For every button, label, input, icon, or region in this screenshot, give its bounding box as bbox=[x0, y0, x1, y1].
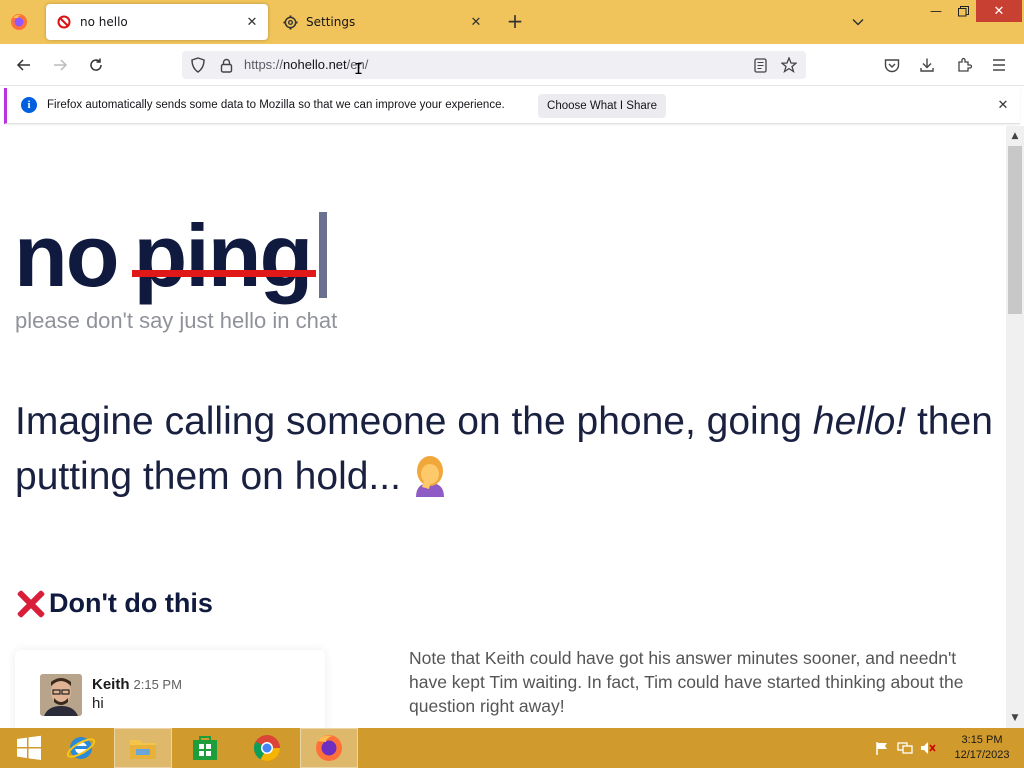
strikethrough-line bbox=[131, 270, 316, 277]
network-icon[interactable] bbox=[897, 740, 913, 756]
extensions-icon[interactable] bbox=[951, 53, 977, 77]
internet-explorer-icon[interactable] bbox=[52, 728, 110, 768]
restore-button[interactable] bbox=[950, 0, 976, 22]
back-arrow-icon[interactable] bbox=[11, 53, 37, 77]
clock-date: 12/17/2023 bbox=[954, 749, 1010, 761]
tab-settings[interactable]: Settings ✕ bbox=[272, 4, 492, 40]
lock-icon[interactable] bbox=[218, 57, 234, 73]
firefox-menu-icon[interactable] bbox=[8, 11, 30, 33]
bookmark-star-icon[interactable] bbox=[781, 57, 797, 73]
data-collection-notification: i Firefox automatically sends some data … bbox=[4, 88, 1020, 124]
url-prefix: https:// bbox=[244, 57, 284, 72]
new-tab-button[interactable]: + bbox=[504, 9, 526, 33]
page-title: no ping bbox=[14, 196, 328, 316]
dont-do-this-heading: Don't do this bbox=[15, 588, 213, 619]
typing-caret bbox=[319, 212, 328, 298]
title-word-ping-text: ping bbox=[133, 206, 314, 305]
reload-icon[interactable] bbox=[83, 53, 109, 77]
close-window-button[interactable]: ✕ bbox=[976, 0, 1022, 22]
choose-what-i-share-button[interactable]: Choose What I Share bbox=[538, 94, 666, 118]
explanation-note: Note that Keith could have got his answe… bbox=[409, 648, 964, 716]
close-tab-icon[interactable]: ✕ bbox=[242, 12, 262, 32]
download-icon[interactable] bbox=[914, 53, 940, 77]
chat-timestamp: 2:15 PM bbox=[133, 677, 182, 692]
lead-paragraph: Imagine calling someone on the phone, go… bbox=[15, 394, 995, 504]
forward-arrow-icon[interactable] bbox=[47, 53, 73, 77]
windows-start-icon[interactable] bbox=[0, 728, 58, 768]
url-text[interactable]: https://nohello.net/en/ bbox=[244, 57, 368, 72]
page-scrollbar[interactable]: ▲ ▼ bbox=[1006, 126, 1024, 728]
minimize-button[interactable]: — bbox=[922, 0, 950, 22]
red-cross-icon bbox=[15, 589, 45, 619]
file-explorer-icon[interactable] bbox=[114, 728, 172, 768]
close-tab-icon[interactable]: ✕ bbox=[466, 12, 486, 32]
windows-taskbar: 3:15 PM 12/17/2023 bbox=[0, 728, 1024, 768]
chat-message: hi bbox=[92, 695, 104, 712]
chat-author-name: Keith 2:15 PM bbox=[92, 676, 182, 693]
tab-label: no hello bbox=[80, 15, 128, 29]
avatar bbox=[40, 674, 82, 716]
chrome-icon[interactable] bbox=[238, 728, 296, 768]
title-word-no: no bbox=[14, 206, 120, 305]
page-subtitle: please don't say just hello in chat bbox=[15, 308, 338, 333]
action-center-flag-icon[interactable] bbox=[874, 740, 890, 756]
chat-author-text: Keith bbox=[92, 676, 130, 693]
lead-emphasis: hello! bbox=[812, 400, 907, 443]
gear-icon bbox=[282, 14, 298, 30]
scroll-down-arrow-icon[interactable]: ▼ bbox=[1006, 710, 1024, 726]
tab-strip: no hello ✕ Settings ✕ + — ✕ bbox=[0, 0, 1024, 44]
url-host: nohello.net bbox=[283, 57, 347, 72]
navigation-toolbar: https://nohello.net/en/ bbox=[0, 44, 1024, 86]
page-content: no ping please don't say just hello in ch… bbox=[0, 126, 1006, 728]
dont-heading-text: Don't do this bbox=[49, 588, 213, 618]
notification-text: Firefox automatically sends some data to… bbox=[47, 99, 505, 111]
scroll-up-arrow-icon[interactable]: ▲ bbox=[1006, 128, 1024, 144]
chat-example-card: Keith 2:15 PM hi bbox=[15, 650, 325, 728]
lead-text-1: Imagine calling someone on the phone, go… bbox=[15, 400, 813, 443]
windows-store-icon[interactable] bbox=[176, 728, 234, 768]
address-bar[interactable]: https://nohello.net/en/ bbox=[182, 51, 806, 79]
hamburger-menu-icon[interactable] bbox=[986, 53, 1012, 77]
pocket-icon[interactable] bbox=[879, 53, 905, 77]
reader-view-icon[interactable] bbox=[752, 57, 768, 73]
system-clock[interactable]: 3:15 PM 12/17/2023 bbox=[946, 733, 1018, 763]
firefox-taskbar-icon[interactable] bbox=[300, 728, 358, 768]
text-cursor-icon: I bbox=[354, 60, 364, 78]
title-word-ping: ping bbox=[131, 206, 316, 305]
shield-icon[interactable] bbox=[190, 57, 206, 73]
volume-muted-icon[interactable] bbox=[920, 740, 936, 756]
close-icon[interactable]: ✕ bbox=[995, 97, 1011, 113]
clock-time: 3:15 PM bbox=[961, 734, 1003, 746]
no-entry-icon bbox=[56, 14, 72, 30]
tab-label: Settings bbox=[306, 15, 356, 29]
facepalm-emoji-icon bbox=[412, 453, 448, 497]
scrollbar-thumb[interactable] bbox=[1008, 146, 1022, 314]
info-icon: i bbox=[21, 97, 37, 113]
tab-no-hello[interactable]: no hello ✕ bbox=[46, 4, 268, 40]
chevron-down-icon[interactable] bbox=[846, 10, 870, 34]
